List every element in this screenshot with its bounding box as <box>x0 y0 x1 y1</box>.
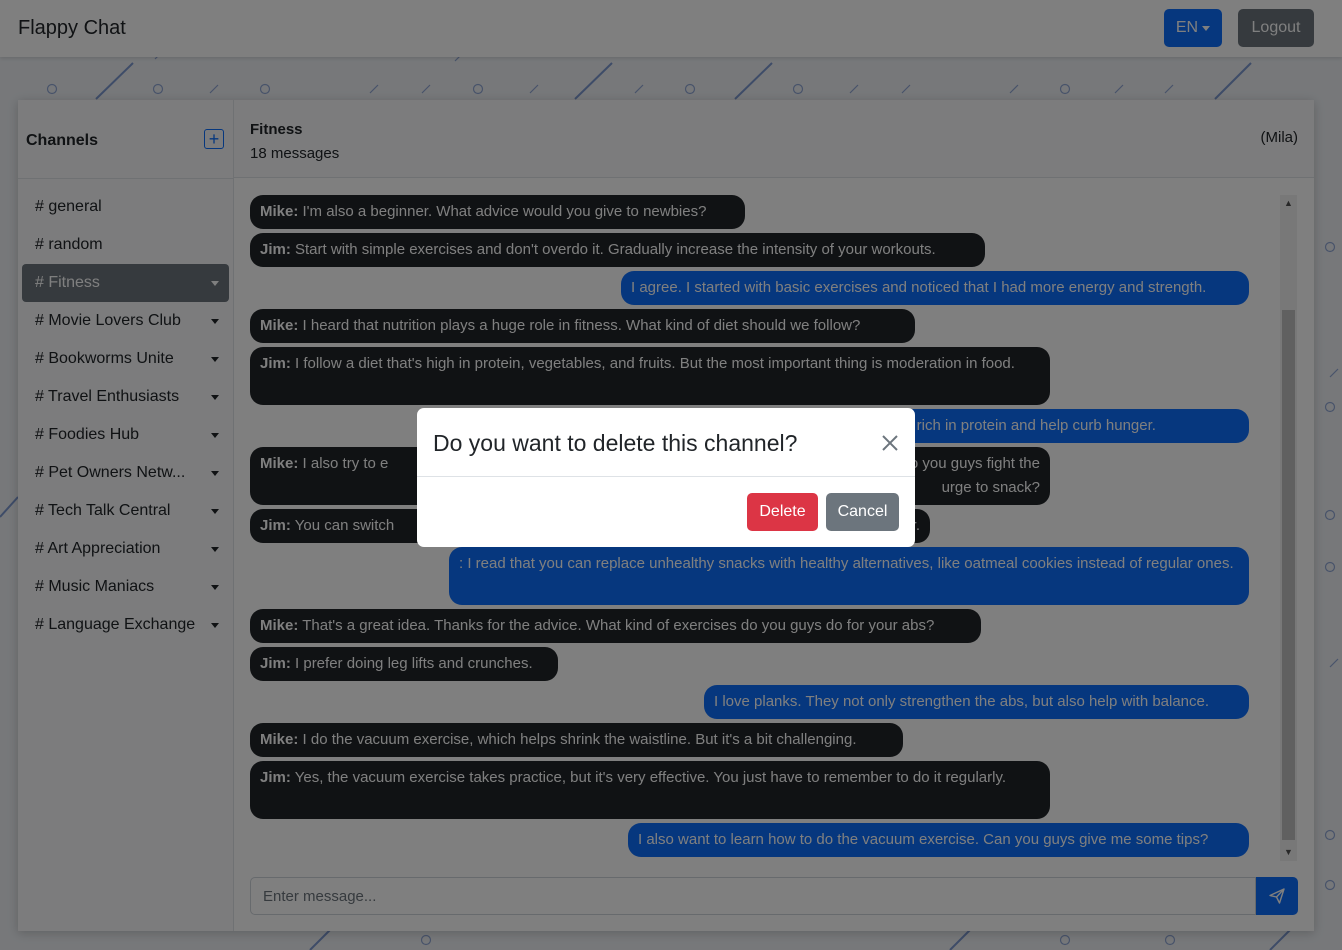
modal-title: Do you want to delete this channel? <box>433 430 798 456</box>
delete-channel-modal: Do you want to delete this channel? Dele… <box>417 408 915 547</box>
modal-header: Do you want to delete this channel? <box>417 408 915 477</box>
delete-button[interactable]: Delete <box>747 493 818 531</box>
cancel-button[interactable]: Cancel <box>826 493 899 531</box>
close-icon[interactable] <box>880 433 900 453</box>
